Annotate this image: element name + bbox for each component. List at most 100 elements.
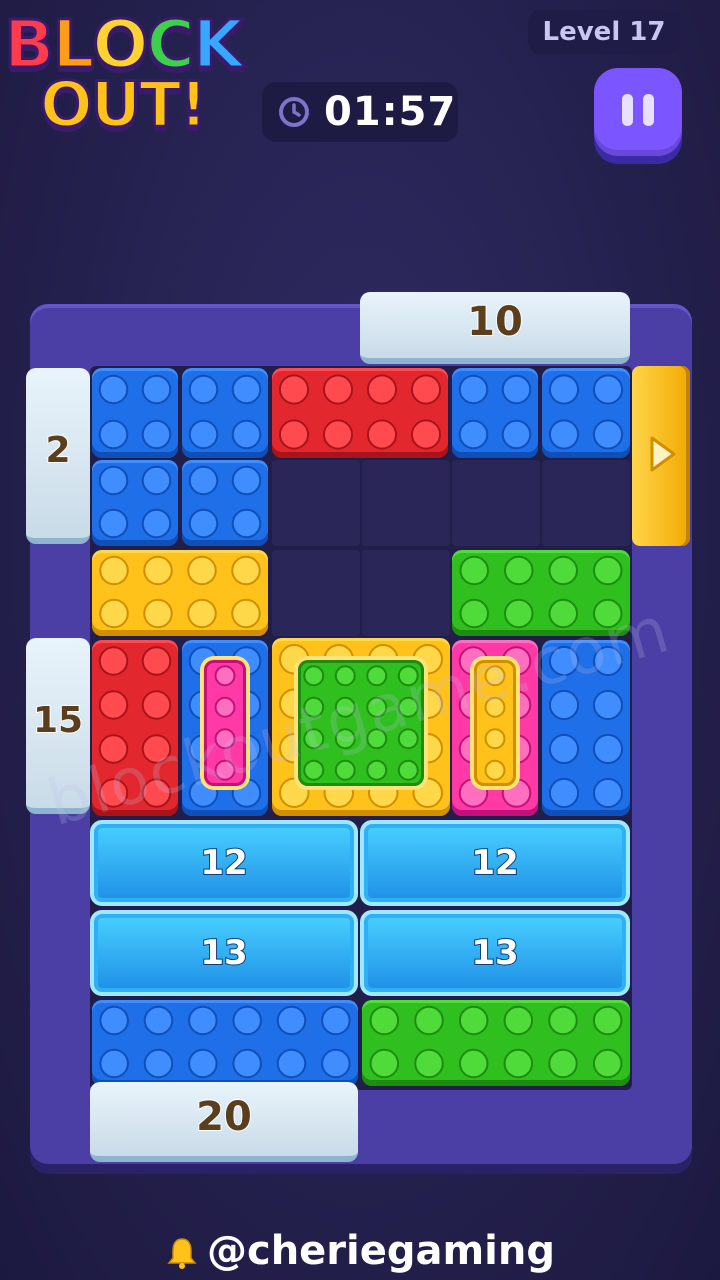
blue-block[interactable] [92, 368, 178, 458]
stud [141, 646, 172, 676]
stud [99, 555, 129, 586]
stud [232, 1005, 262, 1036]
crystal-counter: 13 [199, 932, 248, 974]
crystal-block[interactable]: 13 [90, 910, 358, 996]
stud [592, 374, 624, 405]
stud [98, 734, 129, 764]
stud [141, 690, 172, 720]
stud [414, 1048, 444, 1079]
studs [98, 646, 172, 808]
stud [141, 734, 172, 764]
stud [98, 374, 129, 405]
stud [322, 374, 354, 405]
stud [592, 733, 624, 765]
stud [303, 696, 325, 718]
stud [484, 665, 506, 687]
stud [143, 1005, 174, 1036]
red-block[interactable] [272, 368, 448, 458]
stud [231, 465, 262, 496]
stud [414, 1005, 444, 1036]
stud [548, 1005, 578, 1036]
stud [366, 665, 388, 687]
game-logo: BLOCK OUT! [0, 0, 270, 150]
crystal-block[interactable]: 12 [360, 820, 630, 906]
blue-block[interactable] [182, 460, 268, 546]
stud [484, 696, 506, 718]
stud [143, 1048, 174, 1079]
stud [322, 419, 354, 450]
blue-block[interactable] [182, 368, 268, 458]
ice-counter: 20 [195, 1093, 253, 1141]
stud [548, 733, 580, 765]
stud [592, 1005, 623, 1036]
yellow-exit-gate [632, 366, 690, 546]
stud [548, 777, 580, 809]
creator-handle-text: @cheriegaming [206, 1228, 555, 1274]
ice-block-bottom[interactable]: 20 [90, 1082, 358, 1162]
blue-block[interactable] [92, 1000, 358, 1086]
arrow-right-icon [650, 436, 676, 472]
stud [98, 778, 129, 808]
studs [458, 374, 532, 450]
empty-cell [272, 460, 360, 546]
stud [369, 1048, 400, 1079]
stud [187, 555, 217, 586]
blue-frame-window [204, 660, 246, 786]
stud [592, 419, 624, 450]
stud [278, 419, 310, 450]
stud [321, 1005, 351, 1036]
stud [231, 555, 261, 586]
stud [214, 696, 236, 718]
empty-cell [452, 460, 540, 546]
studs [484, 665, 506, 781]
blue-block[interactable] [542, 368, 630, 458]
stud [503, 1048, 534, 1079]
crystal-block[interactable]: 13 [360, 910, 630, 996]
blue-block[interactable] [452, 368, 538, 458]
stud [501, 419, 532, 450]
studs [548, 374, 624, 450]
stud [188, 374, 219, 405]
stud [366, 374, 398, 405]
pause-button[interactable] [594, 68, 682, 156]
yellow-block[interactable] [92, 550, 268, 636]
stud [410, 419, 442, 450]
ice-block-left-lower[interactable]: 15 [26, 638, 90, 814]
stud [232, 1048, 262, 1079]
clock-icon [279, 97, 309, 127]
stud [484, 759, 506, 781]
bell-icon [167, 1238, 197, 1269]
stud [98, 690, 129, 720]
timer-value: 01:57 [324, 89, 457, 135]
ice-block-top[interactable]: 10 [360, 292, 630, 364]
stud [548, 374, 580, 405]
studs [369, 1005, 623, 1079]
stud [592, 689, 624, 721]
blue-block[interactable] [542, 640, 630, 816]
stud [369, 1005, 400, 1036]
pause-icon [622, 94, 633, 126]
stud [188, 508, 219, 539]
crystal-block[interactable]: 12 [90, 820, 358, 906]
stud [98, 419, 129, 450]
stud [141, 374, 172, 405]
stud [231, 598, 261, 629]
empty-cell [362, 460, 450, 546]
creator-handle: @cheriegaming [0, 1222, 720, 1280]
stud [548, 689, 580, 721]
green-block[interactable] [452, 550, 630, 636]
green-block[interactable] [362, 1000, 630, 1086]
crystal-counter: 13 [470, 932, 519, 974]
ice-counter: 10 [466, 298, 524, 346]
stud [503, 598, 534, 629]
ice-block-left-upper[interactable]: 2 [26, 368, 90, 544]
red-block[interactable] [92, 640, 178, 816]
ice-counter: 15 [32, 699, 84, 742]
blue-block[interactable] [92, 460, 178, 546]
stud [459, 598, 490, 629]
stud [458, 1048, 489, 1079]
studs [548, 645, 624, 809]
stud [334, 665, 356, 687]
stud [278, 374, 310, 405]
empty-cell [362, 550, 450, 636]
